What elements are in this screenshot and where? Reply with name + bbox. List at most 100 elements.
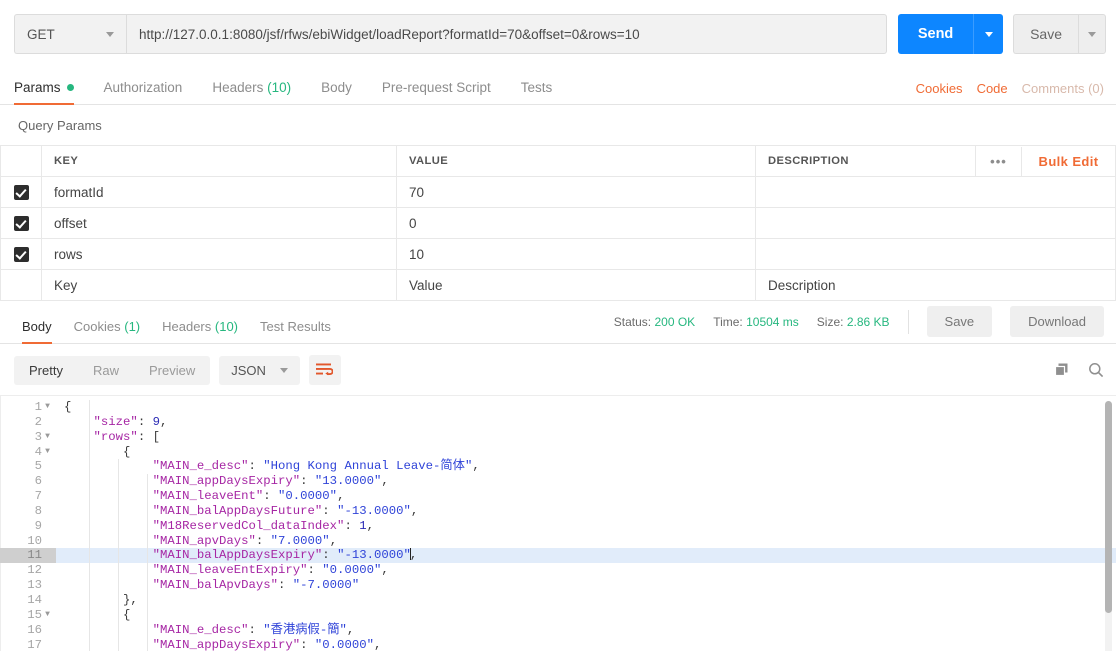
tab-pre-request-script-label: Pre-request Script <box>381 80 491 95</box>
view-mode-group: Pretty Raw Preview <box>14 355 211 385</box>
response-tab-test-results[interactable]: Test Results <box>260 319 331 343</box>
response-tab-cookies[interactable]: Cookies (1) <box>74 319 140 343</box>
code-line-text: "MAIN_e_desc": "香港病假-簡", <box>152 622 355 637</box>
code-lines: 1 ▼{2 "size": 9, 3 ▼ "rows": [4 ▼ {5 "MAIN_e… <box>0 396 1116 651</box>
more-options-icon[interactable]: ••• <box>976 146 1022 176</box>
row-value[interactable]: 10 <box>396 238 756 270</box>
response-toolbar-actions <box>1054 362 1104 378</box>
download-response-button[interactable]: Download <box>1010 306 1104 337</box>
response-tab-body-label: Body <box>22 319 52 334</box>
code-line[interactable]: 2 "size": 9, <box>0 415 1116 430</box>
tab-headers[interactable]: Headers (10) <box>212 80 291 104</box>
row-value[interactable]: 0 <box>396 207 756 239</box>
line-number: 7 <box>34 489 42 504</box>
code-line[interactable]: 9 "M18ReservedCol_dataIndex": 1, <box>0 519 1116 534</box>
row-key[interactable]: offset <box>41 207 397 239</box>
code-line[interactable]: 11 "MAIN_balAppDaysExpiry": "-13.0000", <box>0 548 1116 564</box>
code-scrollbar-thumb[interactable] <box>1105 401 1112 613</box>
row-description[interactable] <box>755 207 1116 239</box>
http-method-select[interactable]: GET <box>14 14 126 54</box>
cookies-link[interactable]: Cookies <box>916 81 963 96</box>
response-tab-headers[interactable]: Headers (10) <box>162 319 238 343</box>
fold-arrow-icon[interactable]: ▼ <box>42 608 53 623</box>
view-mode-preview[interactable]: Preview <box>134 356 210 385</box>
row-checkbox-cell <box>0 207 42 239</box>
tab-authorization[interactable]: Authorization <box>104 80 183 104</box>
row-checkbox-cell <box>0 176 42 208</box>
word-wrap-icon <box>316 363 334 376</box>
query-params-table: KEY VALUE DESCRIPTION ••• Bulk Edit form… <box>0 145 1116 301</box>
table-row: formatId 70 <box>0 176 1116 208</box>
tab-tests[interactable]: Tests <box>521 80 553 104</box>
response-body-code[interactable]: 1 ▼{2 "size": 9, 3 ▼ "rows": [4 ▼ {5 "MAIN_e… <box>0 395 1116 651</box>
tab-authorization-label: Authorization <box>103 80 183 95</box>
code-line[interactable]: 3 ▼ "rows": [ <box>0 430 1116 445</box>
new-description-input[interactable]: Description <box>755 269 1116 301</box>
code-line[interactable]: 4 ▼ { <box>0 445 1116 460</box>
response-tabs: Body Cookies (1) Headers (10) Test Resul… <box>0 306 1116 344</box>
chevron-down-icon <box>1088 31 1096 37</box>
line-number: 16 <box>27 622 42 637</box>
code-line[interactable]: 1 ▼ { <box>0 400 1116 415</box>
save-request-button[interactable]: Save <box>1013 14 1078 54</box>
row-key[interactable]: formatId <box>41 176 397 208</box>
row-value[interactable]: 70 <box>396 176 756 208</box>
save-response-button[interactable]: Save <box>926 306 993 337</box>
send-button[interactable]: Send <box>898 14 974 54</box>
fold-arrow-icon[interactable]: ▼ <box>42 445 53 460</box>
response-format-select[interactable]: JSON <box>219 355 300 385</box>
row-checkbox[interactable] <box>13 246 29 262</box>
line-number: 4 ▼ <box>0 445 56 460</box>
send-options-button[interactable] <box>973 14 1004 54</box>
view-mode-pretty[interactable]: Pretty <box>14 356 78 385</box>
code-line[interactable]: 13 "MAIN_balApvDays": "-7.0000" <box>0 578 1116 593</box>
code-line[interactable]: 10 "MAIN_apvDays": "7.0000", <box>0 534 1116 549</box>
copy-button[interactable] <box>1054 362 1070 378</box>
code-line-text: "MAIN_leaveEntExpiry": "0.0000", <box>152 563 389 578</box>
row-checkbox[interactable] <box>13 215 29 231</box>
row-description[interactable] <box>755 176 1116 208</box>
fold-arrow-icon[interactable]: ▼ <box>42 430 53 445</box>
code-line[interactable]: 6 "MAIN_appDaysExpiry": "13.0000", <box>0 474 1116 489</box>
comments-link[interactable]: Comments (0) <box>1022 81 1104 96</box>
code-line-text: "MAIN_balAppDaysFuture": "-13.0000", <box>152 503 419 518</box>
bulk-edit-button[interactable]: Bulk Edit <box>1022 154 1115 169</box>
row-checkbox[interactable] <box>13 184 29 200</box>
query-params-title: Query Params <box>18 118 102 133</box>
code-line[interactable]: 5 "MAIN_e_desc": "Hong Kong Annual Leave… <box>0 459 1116 474</box>
time-value: 10504 ms <box>746 314 799 329</box>
search-icon <box>1089 363 1104 378</box>
code-line[interactable]: 7 "MAIN_leaveEnt": "0.0000", <box>0 489 1116 504</box>
code-line-text: "size": 9, <box>93 414 168 429</box>
code-link[interactable]: Code <box>977 81 1008 96</box>
response-tab-cookies-label: Cookies <box>73 319 121 334</box>
tab-params[interactable]: Params <box>14 80 74 105</box>
code-line[interactable]: 16 "MAIN_e_desc": "香港病假-簡", <box>0 623 1116 638</box>
row-key[interactable]: rows <box>41 238 397 270</box>
header-actions: ••• Bulk Edit <box>975 145 1116 177</box>
code-line-text: "MAIN_balAppDaysExpiry": "-13.0000", <box>152 548 418 563</box>
header-checkbox-cell <box>0 145 42 177</box>
code-line[interactable]: 12 "MAIN_leaveEntExpiry": "0.0000", <box>0 563 1116 578</box>
save-options-button[interactable] <box>1078 14 1106 54</box>
url-input[interactable] <box>126 14 888 54</box>
line-number: 9 <box>34 518 42 533</box>
view-mode-raw[interactable]: Raw <box>78 356 134 385</box>
response-tab-body[interactable]: Body <box>22 319 52 344</box>
search-button[interactable] <box>1088 362 1104 378</box>
word-wrap-toggle[interactable] <box>308 355 341 385</box>
code-line-text: "MAIN_appDaysExpiry": "0.0000", <box>152 637 382 651</box>
new-value-input[interactable]: Value <box>396 269 756 301</box>
fold-arrow-icon[interactable]: ▼ <box>42 400 53 415</box>
code-line[interactable]: 8 "MAIN_balAppDaysFuture": "-13.0000", <box>0 504 1116 519</box>
tab-pre-request-script[interactable]: Pre-request Script <box>382 80 491 104</box>
tab-body[interactable]: Body <box>321 80 352 104</box>
code-line[interactable]: 14 }, <box>0 593 1116 608</box>
row-description[interactable] <box>755 238 1116 270</box>
code-line[interactable]: 15 ▼ { <box>0 608 1116 623</box>
new-key-input[interactable]: Key <box>41 269 397 301</box>
code-line[interactable]: 17 "MAIN_appDaysExpiry": "0.0000", <box>0 638 1116 651</box>
code-line-text: "MAIN_appDaysExpiry": "13.0000", <box>152 474 389 489</box>
size-value: 2.86 KB <box>846 314 890 329</box>
size-metric: Size: 2.86 KB <box>817 315 890 329</box>
